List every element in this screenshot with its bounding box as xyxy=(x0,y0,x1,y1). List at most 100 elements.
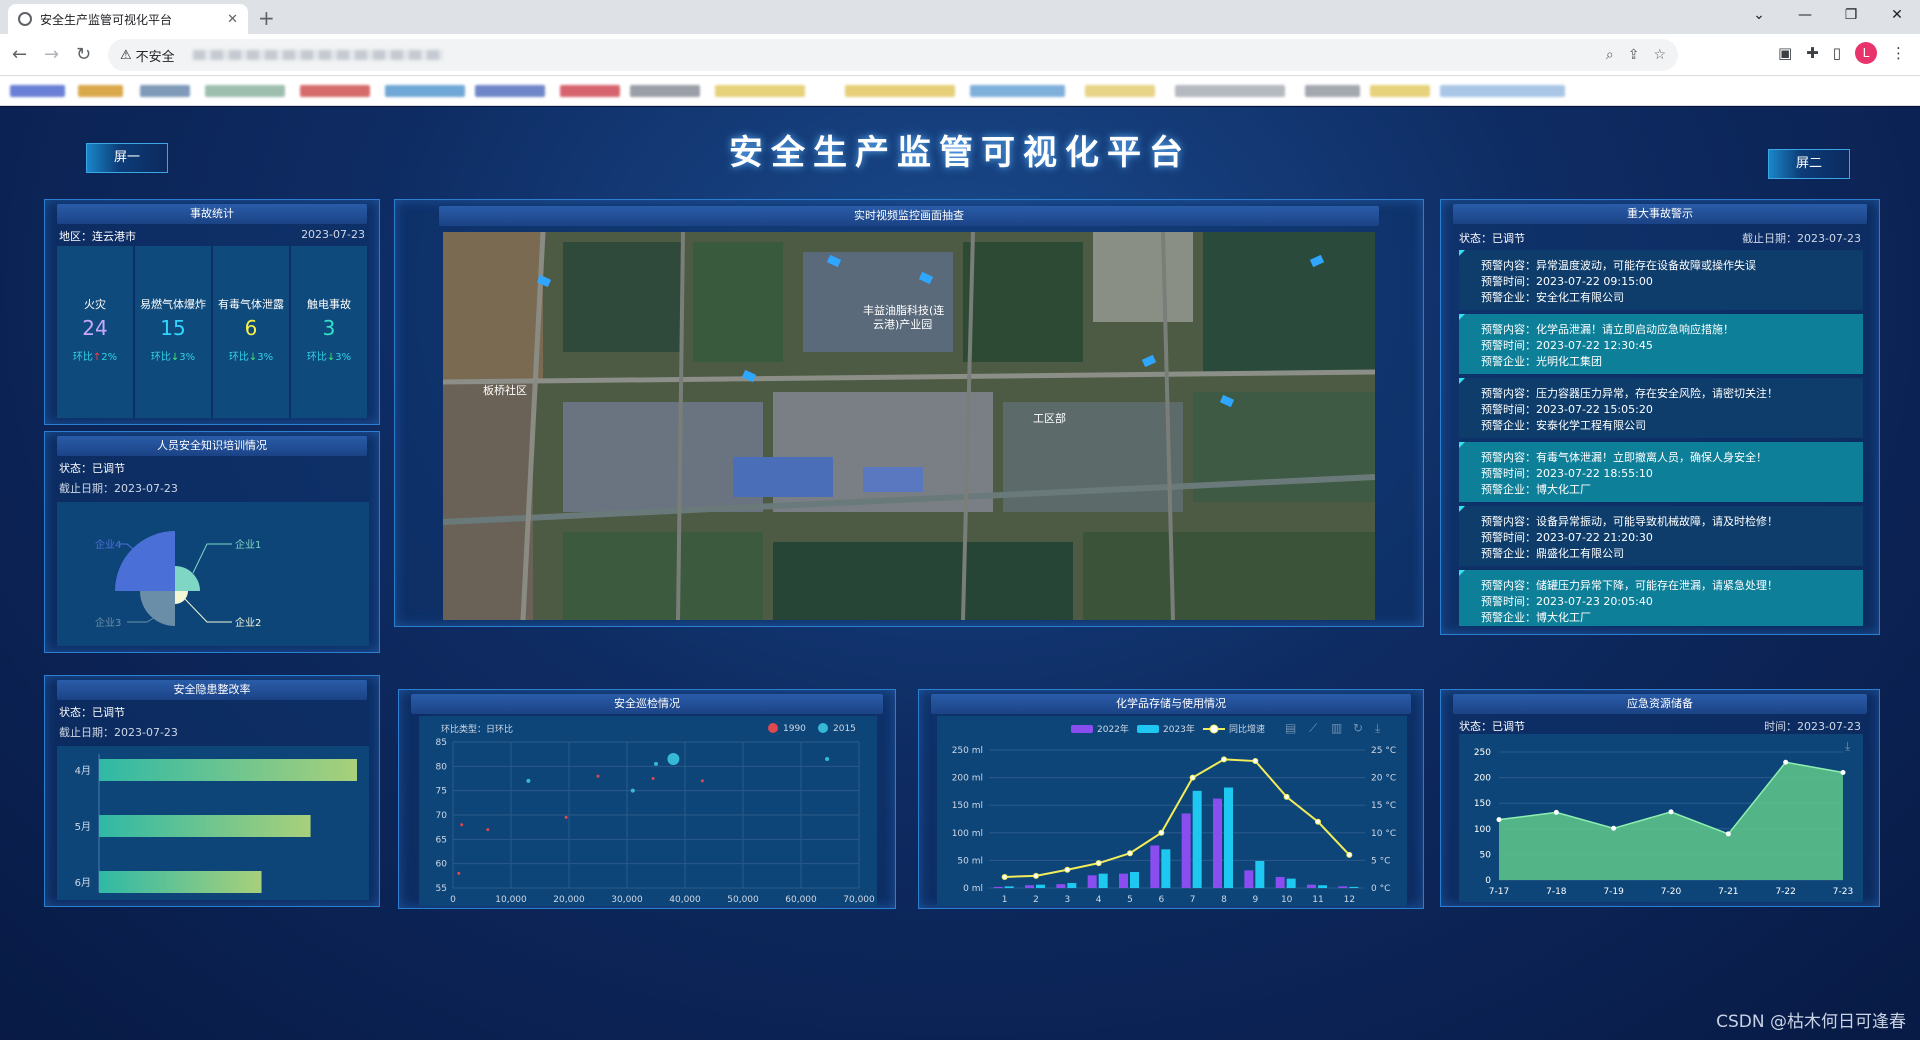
globe-icon xyxy=(18,12,32,26)
time-label: 时间：2023-07-23 xyxy=(1764,720,1861,733)
menu-dots-icon[interactable]: ⋮ xyxy=(1891,44,1906,62)
date-label: 2023-07-23 xyxy=(301,228,365,241)
download-icon: ⤓ xyxy=(1375,721,1381,735)
bookmark-item[interactable] xyxy=(845,85,955,97)
panel-title: 重大事故警示 xyxy=(1453,204,1867,224)
bar-2023年 xyxy=(1161,849,1171,888)
y-tick-label: 200 ml xyxy=(952,774,983,784)
bookmark-item[interactable] xyxy=(1440,85,1565,97)
bar-2023年 xyxy=(1098,873,1108,888)
scatter-point-2015 xyxy=(654,761,658,766)
chemical-panel: 化学品存储与使用情况 2022年 2023年 同比增速 ▤ ⟋ ▥ ↻ ⤓ 0 … xyxy=(918,689,1424,909)
bookmark-item[interactable] xyxy=(630,85,700,97)
warning-item[interactable]: 预警内容：储罐压力异常下降，可能存在泄漏，请紧急处理！ 预警时间：2023-07-… xyxy=(1459,570,1863,626)
satellite-map-video[interactable]: 丰益油脂科技(连 云港)产业园 板桥社区 工区部 xyxy=(443,232,1375,620)
arrow-down-icon: ↓ xyxy=(170,352,180,363)
screen1-button[interactable]: 屏一 xyxy=(86,143,168,173)
restore-icon[interactable]: ❐ xyxy=(1828,0,1874,34)
screen2-button[interactable]: 屏二 xyxy=(1768,149,1850,179)
y-tick-label: 85 xyxy=(436,738,447,748)
y-tick-label: 80 xyxy=(436,762,448,772)
region-label: 地区：连云港市 xyxy=(59,230,136,243)
minimize-icon[interactable]: — xyxy=(1782,0,1828,34)
x-tick-label: 7-23 xyxy=(1833,887,1853,897)
browser-tab[interactable]: 安全生产监管可视化平台 ✕ xyxy=(8,4,248,34)
growth-point xyxy=(1252,758,1259,765)
bookmark-item[interactable] xyxy=(1175,85,1285,97)
page-title: 安全生产监管可视化平台 xyxy=(729,133,1191,173)
profile-avatar[interactable]: L xyxy=(1855,42,1877,64)
warnings-list[interactable]: 预警内容：异常温度波动，可能存在设备故障或操作失误 预警时间：2023-07-22… xyxy=(1459,250,1863,626)
deadline-label: 截止日期：2023-07-23 xyxy=(1742,232,1861,245)
area-point xyxy=(1840,769,1846,775)
bookmark-item[interactable] xyxy=(560,85,620,97)
arrow-up-icon: ↑ xyxy=(92,352,102,363)
back-arrow-icon[interactable]: ← xyxy=(12,44,27,65)
panel-title: 事故统计 xyxy=(57,204,367,224)
y-tick-label: 50 ml xyxy=(957,856,983,866)
window-controls: ⌄ — ❐ ✕ xyxy=(1736,0,1920,34)
puzzle-icon[interactable]: ✚ xyxy=(1806,44,1819,62)
share-icon[interactable]: ⇪ xyxy=(1628,47,1640,63)
y-tick-label: 60 xyxy=(436,860,448,870)
bookmark-item[interactable] xyxy=(385,85,465,97)
warning-item[interactable]: 预警内容：有毒气体泄漏！立即撤离人员，确保人身安全！ 预警时间：2023-07-2… xyxy=(1459,442,1863,502)
bookmark-item[interactable] xyxy=(300,85,370,97)
legend-marker-2023 xyxy=(1137,725,1159,733)
reload-icon[interactable]: ↻ xyxy=(76,44,91,65)
legend-label-2022: 2022年 xyxy=(1097,723,1129,735)
warning-item[interactable]: 预警内容：化学品泄漏！请立即启动应急响应措施！ 预警时间：2023-07-22 1… xyxy=(1459,314,1863,374)
warning-item[interactable]: 预警内容：压力容器压力异常，存在安全风险，请密切关注！ 预警时间：2023-07-… xyxy=(1459,378,1863,438)
stat-fire: 火灾 24 环比↑2% xyxy=(57,246,133,418)
zoom-icon[interactable]: ⌕ xyxy=(1606,47,1614,63)
video-panel: 实时视频监控画面抽查 丰益油脂科技(连 云港)产业园 板桥社区 工区部 xyxy=(394,199,1424,627)
close-window-icon[interactable]: ✕ xyxy=(1874,0,1920,34)
area-point xyxy=(1725,831,1731,837)
warning-item[interactable]: 预警内容：设备异常振动，可能导致机械故障，请及时检修！ 预警时间：2023-07-… xyxy=(1459,506,1863,566)
stat-electric-shock: 触电事故 3 环比↓3% xyxy=(291,246,367,418)
extension-icon[interactable]: ▣ xyxy=(1778,44,1792,62)
close-tab-icon[interactable]: ✕ xyxy=(227,12,238,27)
bookmark-item[interactable] xyxy=(970,85,1065,97)
security-label: 不安全 xyxy=(135,49,175,65)
scatter-point-2015 xyxy=(667,753,680,766)
scatter-point-1990 xyxy=(460,823,464,827)
tab-title: 安全生产监管可视化平台 xyxy=(40,12,173,27)
x-tick-label: 9 xyxy=(1252,895,1258,905)
bar-2022年 xyxy=(1307,884,1316,888)
x-tick-label: 10 xyxy=(1281,895,1293,905)
chemical-chart: 2022年 2023年 同比增速 ▤ ⟋ ▥ ↻ ⤓ 0 ml 0 °C 50 ml… xyxy=(937,716,1407,906)
y-tick-label: 150 xyxy=(1474,799,1491,809)
bookmark-item[interactable] xyxy=(475,85,545,97)
y-tick-label: 75 xyxy=(436,787,447,797)
tab-search-icon[interactable]: ⌄ xyxy=(1736,0,1782,34)
bookmark-item[interactable] xyxy=(140,85,190,97)
patrol-panel: 安全巡检情况 环比类型：日环比 1990 2015 55 60 65 70 75 80 85… xyxy=(398,689,896,909)
bookmark-item[interactable] xyxy=(1305,85,1360,97)
bar-2023年 xyxy=(1286,878,1296,888)
y-tick-label: 100 xyxy=(1474,825,1491,835)
bookmark-item[interactable] xyxy=(1085,85,1155,97)
new-tab-button[interactable]: + xyxy=(258,6,275,30)
address-bar[interactable]: ⚠ 不安全 ⌕ ⇪ ☆ xyxy=(108,39,1678,71)
arrow-down-icon: ↓ xyxy=(326,352,336,363)
bar-label: 6月 xyxy=(75,877,91,889)
bookmark-item[interactable] xyxy=(1370,85,1430,97)
y2-tick-label: 15 °C xyxy=(1371,801,1396,811)
forward-arrow-icon[interactable]: → xyxy=(44,44,59,65)
bookmark-item[interactable] xyxy=(10,85,65,97)
map-label: 云港)产业园 xyxy=(873,317,932,331)
bar-2023年 xyxy=(1004,886,1014,888)
bookmark-item[interactable] xyxy=(205,85,285,97)
area-point xyxy=(1553,809,1559,815)
warnings-panel: 重大事故警示 状态：已调节 截止日期：2023-07-23 预警内容：异常温度波… xyxy=(1440,199,1880,635)
x-tick-label: 7-22 xyxy=(1775,887,1795,897)
legend-label-2023: 2023年 xyxy=(1163,723,1195,735)
dashboard: 安全生产监管可视化平台 屏一 屏二 事故统计 地区：连云港市 2023-07-2… xyxy=(0,107,1920,1040)
sidebar-icon[interactable]: ▯ xyxy=(1833,44,1841,62)
bookmark-star-icon[interactable]: ☆ xyxy=(1653,47,1666,63)
warning-item[interactable]: 预警内容：异常温度波动，可能存在设备故障或操作失误 预警时间：2023-07-22… xyxy=(1459,250,1863,310)
hazard-bar xyxy=(99,759,357,781)
bookmark-item[interactable] xyxy=(715,85,805,97)
bookmark-item[interactable] xyxy=(78,85,123,97)
